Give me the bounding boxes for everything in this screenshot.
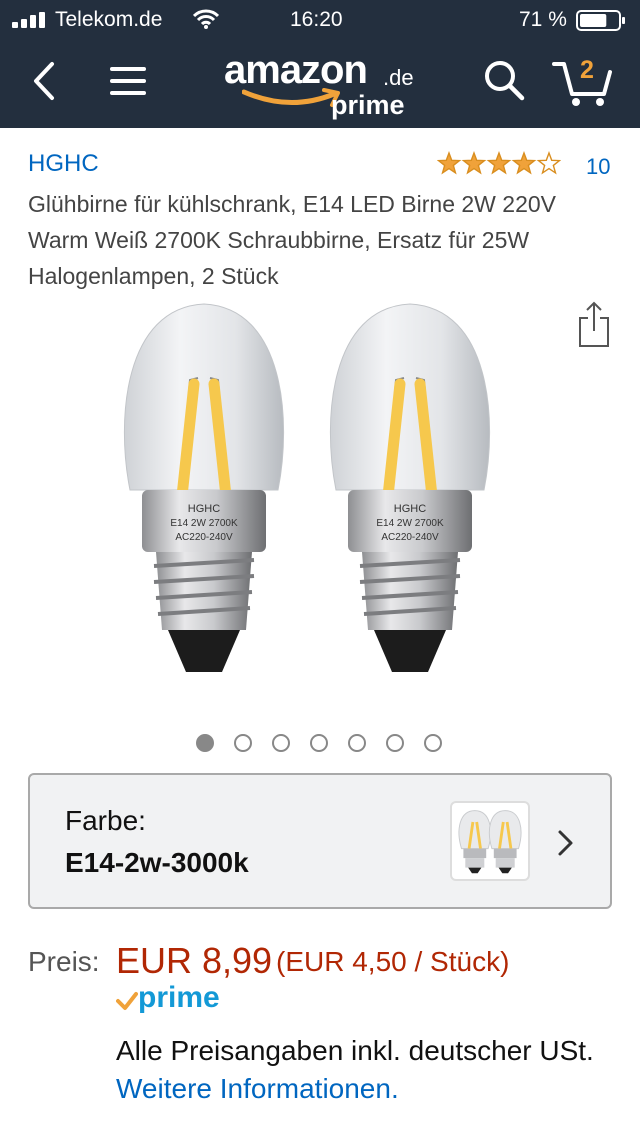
more-info-link[interactable]: Weitere Informationen.: [116, 1073, 399, 1104]
prime-badge: prime: [116, 981, 236, 1017]
back-arrow-icon[interactable]: [28, 60, 58, 102]
wifi-icon: [193, 9, 219, 29]
unit-price: (EUR 4,50 / Stück): [276, 946, 510, 977]
pager-dot[interactable]: [272, 734, 290, 752]
pager-dot[interactable]: [234, 734, 252, 752]
price-amount: EUR 8,99: [116, 940, 273, 981]
image-pager[interactable]: [196, 734, 446, 754]
prime-check-icon: [116, 992, 138, 1010]
status-bar: Telekom.de 16:20 71 %: [0, 0, 640, 40]
pager-dot[interactable]: [196, 734, 214, 752]
variant-label: Farbe:: [65, 805, 146, 836]
brand-link[interactable]: HGHC: [28, 150, 99, 178]
variant-value: E14-2w-3000k: [65, 847, 249, 878]
color-variant-selector[interactable]: Farbe: E14-2w-3000k: [28, 773, 612, 909]
signal-icon: [12, 12, 45, 28]
star-filled-icon: [461, 151, 487, 175]
menu-icon[interactable]: [108, 64, 148, 98]
product-image[interactable]: HGHC E14 2W 2700K AC220-240V: [110, 300, 530, 705]
tax-note: Alle Preisangaben inkl. deutscher USt. W…: [116, 1032, 616, 1108]
battery-percent: 71 %: [519, 8, 567, 31]
cart-count-badge[interactable]: 2: [575, 56, 599, 85]
logo-prime: prime: [331, 90, 405, 120]
variant-thumbnail: [450, 801, 530, 881]
rating-count-link[interactable]: 10: [586, 154, 610, 180]
pager-dot[interactable]: [310, 734, 328, 752]
app-header: amazon .de prime 2: [0, 40, 640, 128]
clock: 16:20: [290, 8, 343, 31]
logo-tld: .de: [383, 65, 414, 90]
prime-text: prime: [138, 981, 220, 1014]
star-rating[interactable]: [437, 151, 561, 177]
pager-dot[interactable]: [424, 734, 442, 752]
battery-icon: [576, 10, 625, 31]
pager-dot[interactable]: [348, 734, 366, 752]
pager-dot[interactable]: [386, 734, 404, 752]
star-empty-icon: [536, 151, 561, 175]
product-title: Glühbirne für kühlschrank, E14 LED Birne…: [28, 191, 556, 289]
amazon-prime-logo[interactable]: amazon .de prime: [220, 48, 430, 120]
share-icon[interactable]: [578, 300, 610, 348]
star-filled-icon: [437, 151, 462, 175]
star-filled-icon: [511, 151, 537, 175]
tax-text: Alle Preisangaben inkl. deutscher USt.: [116, 1035, 594, 1066]
carrier-name: Telekom.de: [55, 8, 163, 31]
price-label: Preis:: [28, 946, 100, 977]
chevron-right-icon: [558, 830, 573, 856]
search-icon[interactable]: [482, 58, 526, 102]
star-filled-icon: [486, 151, 512, 175]
